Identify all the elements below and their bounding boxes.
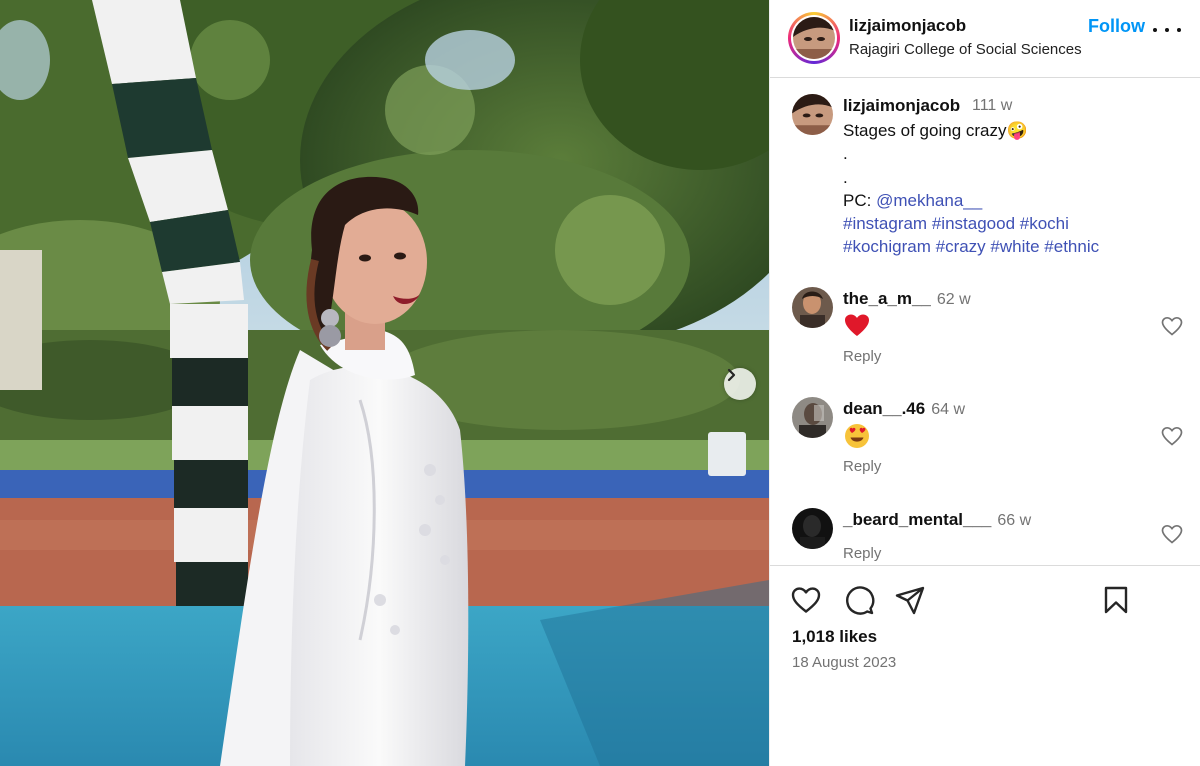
like-comment-heart-icon[interactable] <box>1160 424 1184 448</box>
red-heart-emoji <box>845 314 869 336</box>
actions-divider <box>770 565 1200 566</box>
commenter-avatar[interactable] <box>792 508 833 549</box>
hashtag-link[interactable]: #kochigram <box>843 237 931 256</box>
chevron-right-icon <box>727 368 736 382</box>
hashtag-link[interactable]: #instagram <box>843 214 927 233</box>
comment-bubble-icon[interactable] <box>843 584 875 616</box>
like-heart-icon[interactable] <box>790 584 822 616</box>
caption-username[interactable]: lizjaimonjacob <box>843 96 960 116</box>
caption-line: Stages of going crazy <box>843 121 1007 140</box>
post-header: lizjaimonjacob Rajagiri College of Socia… <box>770 0 1200 78</box>
next-photo-button[interactable] <box>724 368 756 400</box>
author-username[interactable]: lizjaimonjacob <box>849 16 966 36</box>
paper-plane-icon[interactable] <box>894 584 926 616</box>
post-side-panel: lizjaimonjacob Rajagiri College of Socia… <box>769 0 1200 766</box>
commenter-username[interactable]: dean__.46 <box>843 399 925 418</box>
post-photo-image <box>0 0 769 766</box>
commenter-username[interactable]: _beard_mental___ <box>843 510 991 529</box>
hashtag-link[interactable]: #ethnic <box>1044 237 1099 256</box>
commenter-username[interactable]: the_a_m__ <box>843 289 931 308</box>
photo-credit-mention[interactable]: @mekhana__ <box>876 191 982 210</box>
hashtag-link[interactable]: #crazy <box>936 237 986 256</box>
comment-timestamp[interactable]: 64 w <box>931 401 965 418</box>
caption-dot: . <box>843 167 848 187</box>
commenter-avatar[interactable] <box>792 287 833 328</box>
more-options-button[interactable] <box>1153 22 1181 38</box>
like-comment-heart-icon[interactable] <box>1160 522 1184 546</box>
caption-timestamp[interactable]: 111 w <box>972 97 1012 115</box>
author-avatar <box>793 17 835 59</box>
reply-button[interactable]: Reply <box>843 348 881 365</box>
post-date[interactable]: 18 August 2023 <box>792 654 896 671</box>
hashtag-link[interactable]: #white <box>990 237 1039 256</box>
reply-button[interactable]: Reply <box>843 545 881 562</box>
hashtag-link[interactable]: #kochi <box>1020 214 1069 233</box>
caption-text: Stages of going crazy🤪 . . PC: @mekhana_… <box>843 119 1099 259</box>
photo-credit-label: PC: <box>843 190 872 210</box>
more-horizontal-icon <box>1153 28 1157 32</box>
caption-author-avatar[interactable] <box>792 94 833 135</box>
post-location[interactable]: Rajagiri College of Social Sciences <box>849 41 1082 58</box>
follow-button[interactable]: Follow <box>1088 16 1145 37</box>
comment-timestamp[interactable]: 62 w <box>937 291 971 308</box>
bookmark-icon[interactable] <box>1100 584 1132 616</box>
reply-button[interactable]: Reply <box>843 458 881 475</box>
likes-count[interactable]: 1,018 likes <box>792 627 877 647</box>
caption-dot: . <box>843 144 848 164</box>
hashtag-link[interactable]: #instagood <box>932 214 1015 233</box>
commenter-avatar[interactable] <box>792 397 833 438</box>
author-avatar-story-ring[interactable] <box>788 12 840 64</box>
comment-timestamp[interactable]: 66 w <box>997 512 1031 529</box>
like-comment-heart-icon[interactable] <box>1160 314 1184 338</box>
heart-eyes-emoji <box>845 424 869 448</box>
post-photo[interactable] <box>0 0 769 766</box>
zany-face-emoji: 🤪 <box>1006 121 1028 140</box>
